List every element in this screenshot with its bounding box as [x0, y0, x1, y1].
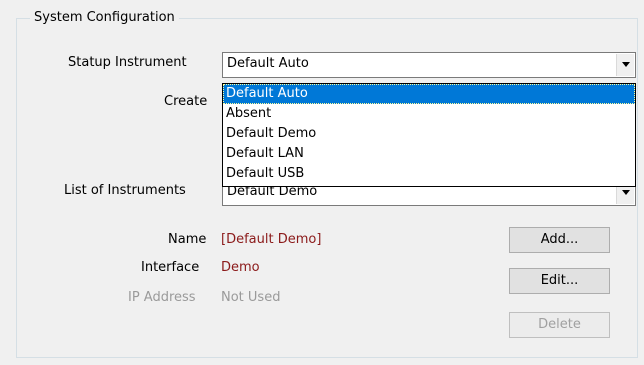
interface-label: Interface	[141, 260, 200, 275]
startup-instrument-label: Statup Instrument	[68, 55, 187, 70]
edit-button[interactable]: Edit...	[509, 268, 610, 294]
chevron-down-icon	[622, 62, 630, 67]
delete-button[interactable]: Delete	[509, 312, 610, 338]
interface-value: Demo	[221, 260, 260, 275]
ip-address-value: Not Used	[221, 290, 281, 305]
list-of-instruments-label: List of Instruments	[64, 183, 186, 198]
startup-instrument-combo[interactable]: Default Auto	[222, 52, 636, 78]
option-default-usb[interactable]: Default USB	[223, 164, 635, 184]
name-label: Name	[168, 232, 207, 247]
option-default-lan[interactable]: Default LAN	[223, 144, 635, 164]
option-absent[interactable]: Absent	[223, 104, 635, 124]
ip-address-label: IP Address	[128, 290, 196, 305]
chevron-down-icon	[622, 190, 630, 195]
add-button[interactable]: Add...	[509, 227, 610, 253]
create-label: Create	[164, 94, 208, 109]
group-title: System Configuration	[30, 10, 179, 25]
option-default-demo[interactable]: Default Demo	[223, 124, 635, 144]
startup-instrument-dropdown-list[interactable]: Default Auto Absent Default Demo Default…	[222, 83, 636, 187]
name-value: [Default Demo]	[221, 232, 322, 247]
option-default-auto[interactable]: Default Auto	[223, 84, 635, 104]
startup-instrument-value: Default Auto	[227, 56, 309, 71]
dropdown-button[interactable]	[616, 54, 634, 76]
